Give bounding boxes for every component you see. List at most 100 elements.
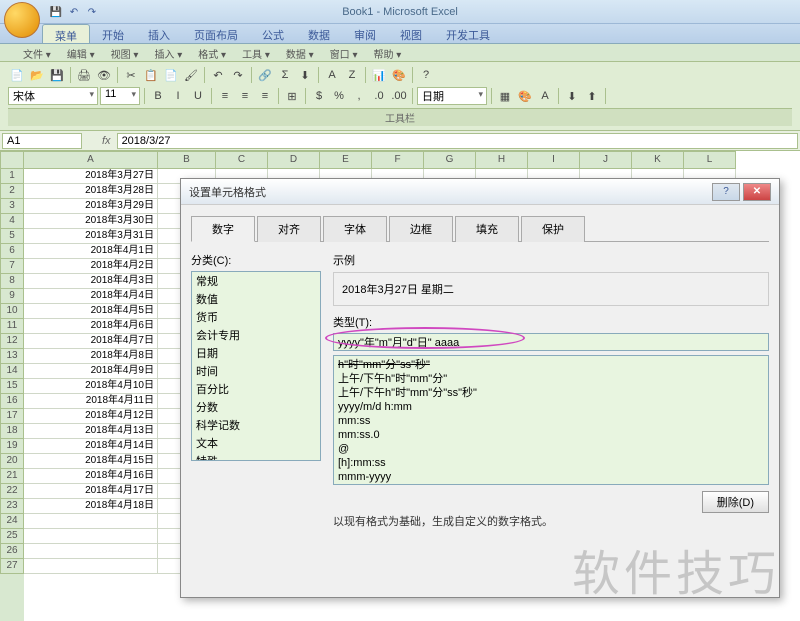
toolbar-button[interactable]: Σ xyxy=(276,66,294,84)
row-header[interactable]: 4 xyxy=(0,214,24,229)
row-header[interactable]: 18 xyxy=(0,424,24,439)
toolbar-button[interactable]: I xyxy=(169,87,187,105)
row-header[interactable]: 11 xyxy=(0,319,24,334)
toolbar-button[interactable]: 🎨 xyxy=(390,66,408,84)
row-header[interactable]: 24 xyxy=(0,514,24,529)
help-button[interactable]: ? xyxy=(712,183,740,201)
column-header[interactable]: A xyxy=(24,151,158,169)
qat-button[interactable]: 💾 xyxy=(48,4,64,20)
type-input[interactable] xyxy=(333,333,769,351)
formula-input[interactable]: 2018/3/27 xyxy=(117,133,798,149)
format-item[interactable]: mmm-yyyy xyxy=(336,470,766,484)
cell[interactable]: 2018年4月14日 xyxy=(24,439,158,454)
toolbar-button[interactable]: Z xyxy=(343,66,361,84)
toolbar-button[interactable]: ⊞ xyxy=(283,87,301,105)
row-header[interactable]: 7 xyxy=(0,259,24,274)
column-header[interactable]: F xyxy=(372,151,424,169)
menu-item[interactable]: 格式 ▾ xyxy=(190,44,234,61)
category-item[interactable]: 文本 xyxy=(192,434,320,452)
toolbar-button[interactable]: ↷ xyxy=(229,66,247,84)
cell[interactable]: 2018年4月3日 xyxy=(24,274,158,289)
toolbar-button[interactable]: ↶ xyxy=(209,66,227,84)
format-item[interactable]: h"时"mm"分"ss"秒" xyxy=(336,358,766,372)
toolbar-button[interactable]: ≡ xyxy=(256,87,274,105)
row-header[interactable]: 10 xyxy=(0,304,24,319)
cell[interactable]: 2018年4月18日 xyxy=(24,499,158,514)
row-header[interactable]: 5 xyxy=(0,229,24,244)
ribbon-tab[interactable]: 开发工具 xyxy=(434,24,502,43)
format-list[interactable]: h"时"mm"分"ss"秒"上午/下午h"时"mm"分"上午/下午h"时"mm"… xyxy=(333,355,769,485)
category-item[interactable]: 百分比 xyxy=(192,380,320,398)
toolbar-button[interactable]: % xyxy=(330,87,348,105)
cell[interactable]: 2018年4月7日 xyxy=(24,334,158,349)
row-header[interactable]: 25 xyxy=(0,529,24,544)
cell[interactable]: 2018年4月4日 xyxy=(24,289,158,304)
toolbar-button[interactable]: B xyxy=(149,87,167,105)
toolbar-button[interactable]: .00 xyxy=(390,87,408,105)
font-name-select[interactable]: 宋体 xyxy=(8,87,98,105)
cell[interactable] xyxy=(24,514,158,529)
toolbar-button[interactable]: ▦ xyxy=(496,87,514,105)
cell[interactable]: 2018年4月13日 xyxy=(24,424,158,439)
format-item[interactable]: mm:ss xyxy=(336,414,766,428)
cell[interactable]: 2018年3月30日 xyxy=(24,214,158,229)
toolbar-button[interactable]: 📋 xyxy=(142,66,160,84)
toolbar-button[interactable]: ? xyxy=(417,66,435,84)
row-header[interactable]: 22 xyxy=(0,484,24,499)
ribbon-tab[interactable]: 插入 xyxy=(136,24,182,43)
column-header[interactable]: E xyxy=(320,151,372,169)
format-item[interactable]: yyyy/m/d h:mm xyxy=(336,400,766,414)
column-header[interactable]: D xyxy=(268,151,320,169)
toolbar-button[interactable]: 👁 xyxy=(95,66,113,84)
menu-item[interactable]: 数据 ▾ xyxy=(278,44,322,61)
cell[interactable]: 2018年3月29日 xyxy=(24,199,158,214)
category-item[interactable]: 货币 xyxy=(192,308,320,326)
toolbar-button[interactable]: ✂ xyxy=(122,66,140,84)
toolbar-button[interactable]: 📄 xyxy=(8,66,26,84)
cell[interactable]: 2018年3月31日 xyxy=(24,229,158,244)
dialog-tab[interactable]: 数字 xyxy=(191,216,255,242)
cell[interactable]: 2018年4月1日 xyxy=(24,244,158,259)
row-header[interactable]: 21 xyxy=(0,469,24,484)
cell[interactable]: 2018年4月2日 xyxy=(24,259,158,274)
format-item[interactable]: 上午/下午h"时"mm"分" xyxy=(336,372,766,386)
column-header[interactable]: K xyxy=(632,151,684,169)
toolbar-button[interactable]: , xyxy=(350,87,368,105)
toolbar-button[interactable]: U xyxy=(189,87,207,105)
column-header[interactable]: B xyxy=(158,151,216,169)
toolbar-button[interactable]: .0 xyxy=(370,87,388,105)
column-header[interactable]: H xyxy=(476,151,528,169)
category-item[interactable]: 时间 xyxy=(192,362,320,380)
menu-item[interactable]: 文件 ▾ xyxy=(15,44,59,61)
toolbar-button[interactable]: A xyxy=(323,66,341,84)
menu-item[interactable]: 插入 ▾ xyxy=(146,44,190,61)
menu-item[interactable]: 视图 ▾ xyxy=(103,44,147,61)
ribbon-tab[interactable]: 数据 xyxy=(296,24,342,43)
cell[interactable] xyxy=(24,544,158,559)
column-header[interactable]: L xyxy=(684,151,736,169)
qat-button[interactable]: ↷ xyxy=(84,4,100,20)
category-item[interactable]: 特殊 xyxy=(192,452,320,461)
cell[interactable]: 2018年4月6日 xyxy=(24,319,158,334)
number-format-select[interactable]: 日期 xyxy=(417,87,487,105)
cell[interactable]: 2018年4月12日 xyxy=(24,409,158,424)
row-header[interactable]: 8 xyxy=(0,274,24,289)
category-item[interactable]: 常规 xyxy=(192,272,320,290)
row-header[interactable]: 16 xyxy=(0,394,24,409)
toolbar-button[interactable]: 🎨 xyxy=(516,87,534,105)
cell[interactable]: 2018年3月27日 xyxy=(24,169,158,184)
column-header[interactable]: I xyxy=(528,151,580,169)
cell[interactable]: 2018年4月9日 xyxy=(24,364,158,379)
qat-button[interactable]: ↶ xyxy=(66,4,82,20)
row-header[interactable]: 27 xyxy=(0,559,24,574)
toolbar-button[interactable]: 📊 xyxy=(370,66,388,84)
toolbar-button[interactable]: 📂 xyxy=(28,66,46,84)
menu-item[interactable]: 帮助 ▾ xyxy=(366,44,410,61)
cell[interactable]: 2018年4月10日 xyxy=(24,379,158,394)
category-item[interactable]: 会计专用 xyxy=(192,326,320,344)
close-button[interactable]: ✕ xyxy=(743,183,771,201)
toolbar-button[interactable]: ≡ xyxy=(216,87,234,105)
ribbon-tab[interactable]: 菜单 xyxy=(42,24,90,43)
menu-item[interactable]: 编辑 ▾ xyxy=(59,44,103,61)
row-header[interactable]: 13 xyxy=(0,349,24,364)
